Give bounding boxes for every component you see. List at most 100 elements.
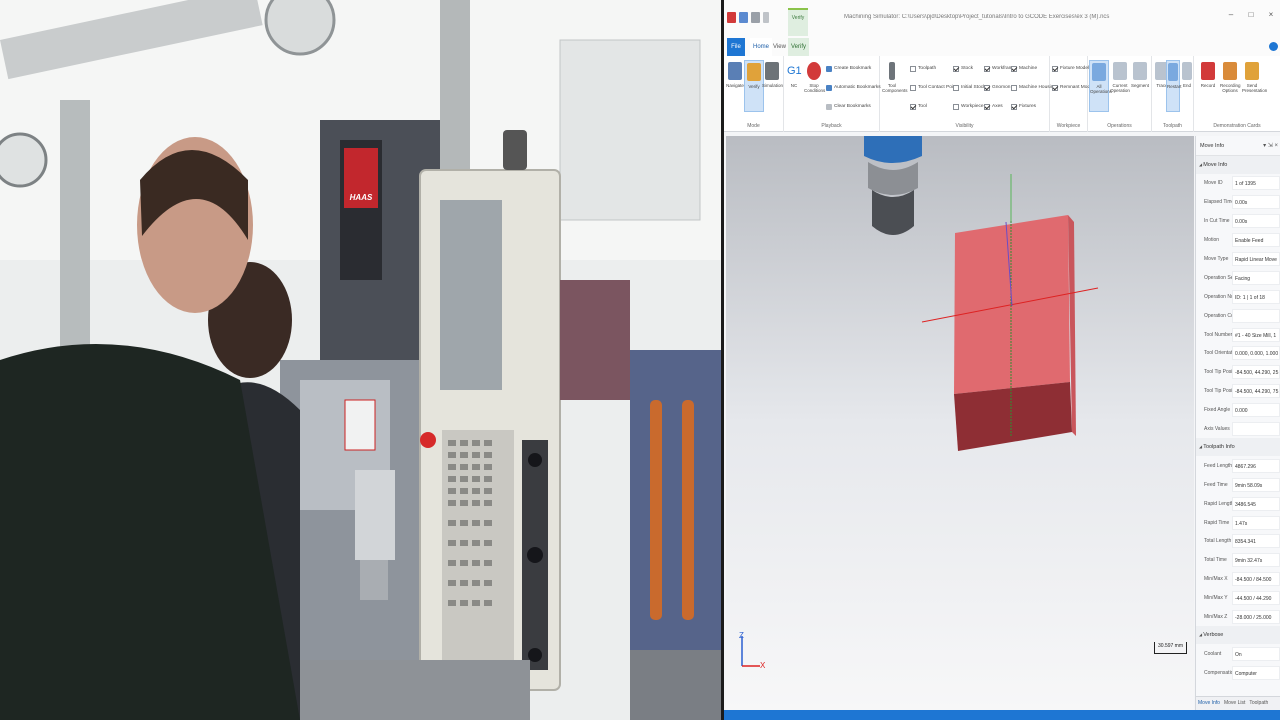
tool-components-icon [889,62,895,80]
panel-tab-move-list[interactable]: Move List [1224,697,1245,710]
property-value: 3486.545 [1232,496,1280,511]
property-row: In Cut Time 0.00s [1196,212,1280,231]
3d-viewport[interactable]: Z X 30.597 mm [726,136,1194,710]
simulation-button[interactable]: Simulation [762,60,783,112]
gnomon-x-label: X [760,661,766,670]
property-value [1232,422,1280,437]
clear-bookmarks-button[interactable]: Clear Bookmarks [826,102,871,111]
verify-mode-button[interactable]: Verify [744,60,764,112]
tab-view[interactable]: View [770,38,789,56]
property-key: Total Time [1204,557,1227,564]
toggle-fixture-model[interactable]: Fixture Model [1052,64,1089,73]
stop-icon [807,62,821,80]
verify-context-label: Verify [788,8,808,36]
property-key: Operation Nu... [1204,293,1232,300]
record-button[interactable]: Record [1198,60,1218,112]
gnomon-z-label: Z [739,631,744,640]
toggle-machine[interactable]: Machine [1011,64,1037,73]
property-key: Feed Length [1204,462,1232,469]
toggle-toolpath[interactable]: Toolpath [910,64,936,73]
property-value [1232,308,1280,323]
nc-button[interactable]: G1 NC [784,60,804,112]
tool-holder [864,136,922,235]
title-bar: Verify Machining Simulator: C:\Users\pjd… [724,0,1280,38]
navigate-icon [728,62,742,80]
panel-title: Move Info ▾ ⇲ × [1196,136,1280,156]
help-icon[interactable] [1269,42,1278,51]
ribbon: Navigate Verify Simulation Mode G1 NC St… [724,56,1280,132]
property-value: 4867.296 [1232,458,1280,473]
property-row: Motion Enable Feed [1196,231,1280,250]
simulation-icon [765,62,779,80]
tab-file[interactable]: File [727,38,745,56]
property-row: Min/Max Y -44.500 / 44.290 [1196,589,1280,608]
maximize-button[interactable]: □ [1246,10,1256,19]
toggle-initial-stock[interactable]: Initial Stock [953,83,986,92]
panel-tab-move-info[interactable]: Move Info [1198,697,1220,710]
property-row: Compensatio...Computer [1196,663,1280,682]
save-icon[interactable] [739,12,748,23]
toggle-axes[interactable]: Axes [984,102,1003,111]
toggle-stock[interactable]: Stock [953,64,973,73]
minimize-button[interactable]: – [1226,10,1236,19]
ribbon-group-playback: G1 NC Stop Conditions Create Bookmark Au… [784,56,881,132]
panel-tab-toolpath[interactable]: Toolpath [1249,697,1268,710]
group-label-toolpath: Toolpath [1163,123,1182,129]
svg-text:HAAS: HAAS [350,193,373,202]
tab-verify[interactable]: Verify [788,38,810,56]
move-info-list: Move ID 1 of 1395 Elapsed Time 0.00s In Cut … [1196,174,1280,438]
section-toolpath-info[interactable]: Toolpath Info [1196,438,1280,457]
status-bar [724,710,1280,720]
current-operation-button[interactable]: Current Operation [1110,60,1130,112]
automatic-bookmarks-button[interactable]: Automatic Bookmarks [826,83,881,92]
quick-access-dropdown-icon[interactable] [763,12,769,23]
group-label-visibility: Visibility [955,123,974,129]
group-label-playback: Playback [821,123,842,129]
toggle-fixtures[interactable]: Fixtures [1011,102,1036,111]
segment-button[interactable]: Segment [1130,60,1150,112]
section-move-info[interactable]: Move Info [1196,156,1280,174]
clear-bookmark-icon [826,103,832,110]
property-key: Elapsed Time [1204,199,1232,206]
property-value: 1 of 1395 [1232,176,1280,191]
scale-bar: 30.597 mm [1154,642,1188,654]
toggle-workpiece[interactable]: Workpiece [953,102,984,111]
recording-options-button[interactable]: Recording Options [1220,60,1241,112]
camera-scene: HAAS [0,0,721,720]
property-row: Tool Orientat...0.000, 0.000, 1.000 [1196,344,1280,363]
property-row: Total Time 9min 32.47s [1196,551,1280,570]
ribbon-group-visibility: Tool Components Toolpath Tool Contact Po… [880,56,1056,132]
property-row: Feed Length 4867.296 [1196,456,1280,475]
property-value: -84.500, 44.290, 25 [1232,365,1280,380]
property-key: Operation Se... [1204,274,1232,281]
restart-button[interactable]: Restart [1166,60,1182,112]
toggle-tool-contact-point[interactable]: Tool Contact Point [910,83,957,92]
tool-components-button[interactable]: Tool Components [882,60,908,112]
section-verbose[interactable]: Verbose [1196,626,1280,645]
stop-conditions-button[interactable]: Stop Conditions [804,60,825,112]
navigate-button[interactable]: Navigate [725,60,745,112]
property-row: Move Type Rapid Linear Move [1196,250,1280,269]
send-presentation-button[interactable]: Send Presentation [1242,60,1267,112]
property-row: Elapsed Time 0.00s [1196,193,1280,212]
property-value: -28.000 / 25.000 [1232,610,1280,625]
record-icon [1201,62,1215,80]
property-row: Move ID 1 of 1395 [1196,174,1280,193]
send-presentation-icon [1245,62,1259,80]
end-button[interactable]: End [1180,60,1194,112]
property-row: Min/Max Z -28.000 / 25.000 [1196,608,1280,627]
close-button[interactable]: × [1266,10,1276,19]
property-value: 1.47s [1232,515,1280,530]
all-operations-button[interactable]: All Operations [1089,60,1112,112]
property-key: Min/Max Y [1204,595,1228,602]
create-bookmark-button[interactable]: Create Bookmark [826,64,871,73]
undo-icon[interactable] [751,12,760,23]
simulator-window: Verify Machining Simulator: C:\Users\pjd… [724,0,1280,720]
toggle-tool[interactable]: Tool [910,102,927,111]
property-value: 0.00s [1232,195,1280,210]
toggle-gnomon[interactable]: Gnomon [984,83,1010,92]
panel-controls[interactable]: ▾ ⇲ × [1263,136,1278,156]
property-row: Operation Co... [1196,306,1280,325]
app-logo-icon [727,12,736,23]
tab-home[interactable]: Home [750,38,773,56]
